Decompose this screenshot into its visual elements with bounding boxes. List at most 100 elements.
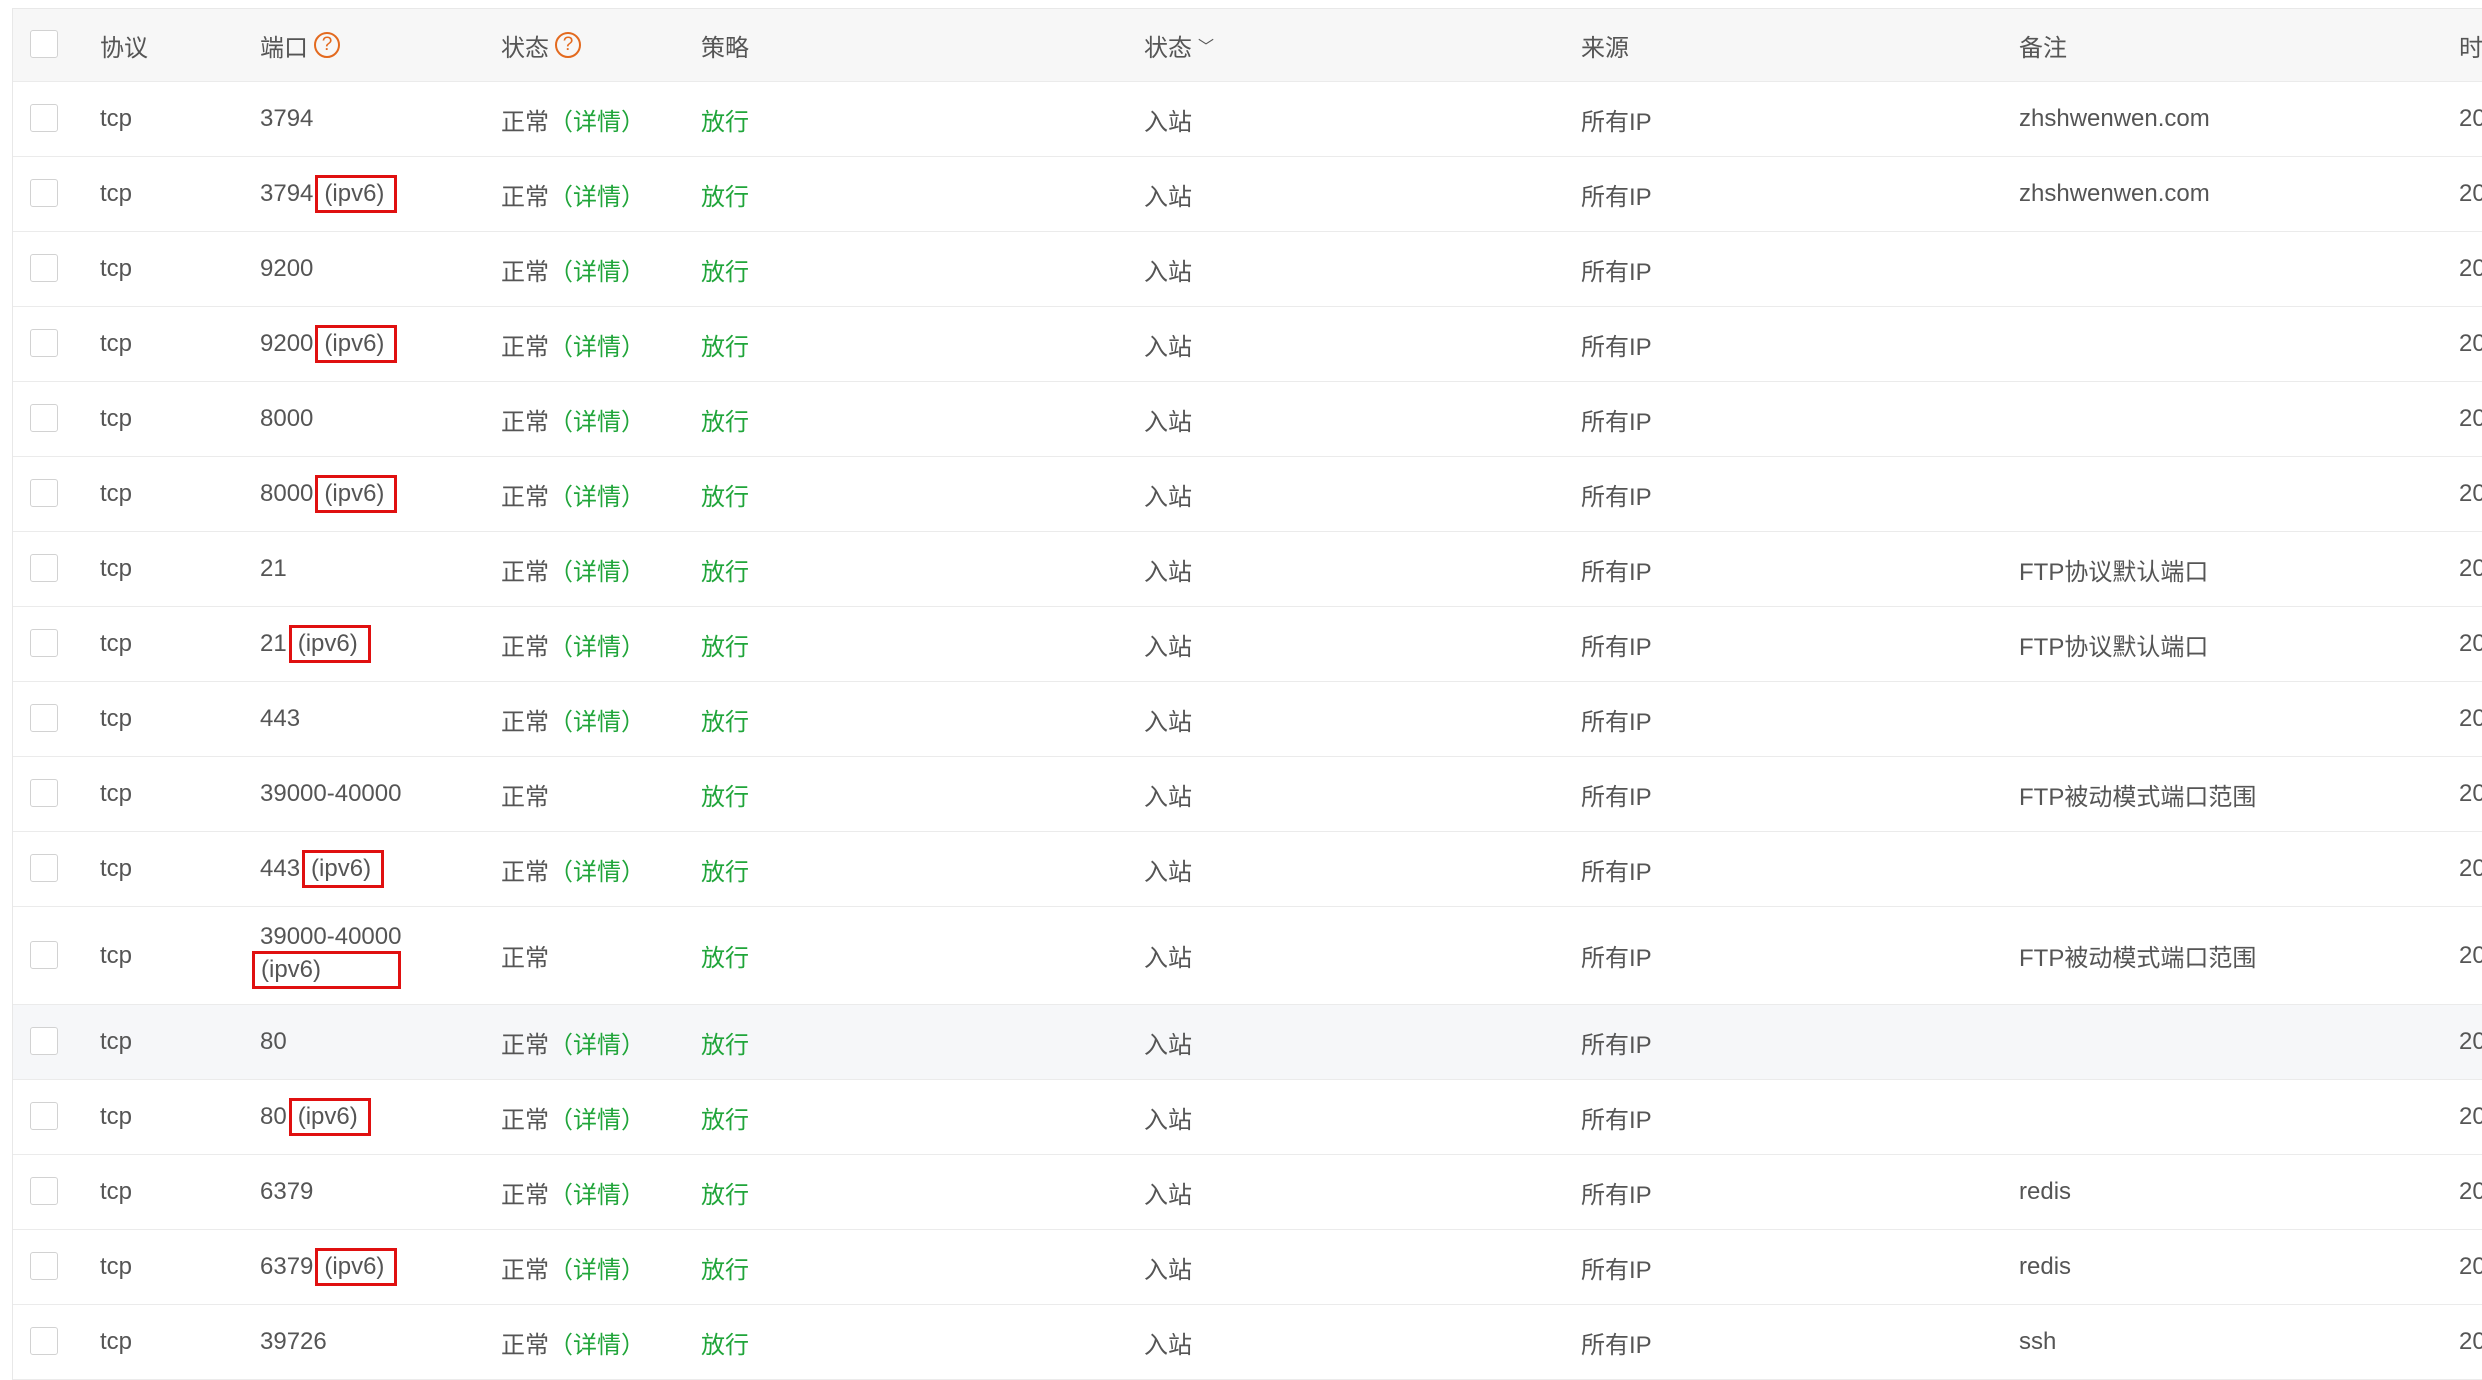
header-time[interactable]: 时	[2459, 9, 2482, 81]
policy-cell: 放行	[701, 858, 749, 886]
port-value: 39726	[260, 1328, 327, 1355]
table-row[interactable]: tcp 9200 (ipv6) 正常 （详情） 放行 入站 所有IP 20	[13, 307, 2482, 382]
protocol-cell: tcp	[100, 1028, 133, 1055]
detail-link[interactable]: （详情）	[549, 852, 645, 887]
row-checkbox[interactable]	[30, 779, 58, 807]
row-checkbox[interactable]	[30, 479, 58, 507]
source-cell: 所有IP	[1581, 1181, 1652, 1209]
row-checkbox[interactable]	[30, 1327, 58, 1355]
row-checkbox[interactable]	[30, 554, 58, 582]
protocol-cell: tcp	[100, 105, 133, 132]
header-note[interactable]: 备注	[2019, 9, 2067, 81]
direction-cell: 入站	[1144, 483, 1192, 511]
detail-link[interactable]: （详情）	[549, 402, 645, 437]
header-direction-label: 状态	[1144, 34, 1192, 62]
table-row[interactable]: tcp 39000-40000 (ipv6) 正常 放行 入站 所有IP FTP被…	[13, 907, 2482, 1005]
row-checkbox[interactable]	[30, 104, 58, 132]
detail-link[interactable]: （详情）	[549, 1100, 645, 1135]
row-checkbox[interactable]	[30, 940, 58, 969]
row-checkbox[interactable]	[30, 329, 58, 357]
policy-cell: 放行	[701, 1031, 749, 1059]
help-icon[interactable]: ?	[314, 32, 340, 58]
port-cell: 443	[260, 682, 300, 756]
detail-link[interactable]: （详情）	[549, 327, 645, 362]
detail-link[interactable]: （详情）	[549, 477, 645, 512]
table-row[interactable]: tcp 8000 正常 （详情） 放行 入站 所有IP 20	[13, 382, 2482, 457]
row-checkbox[interactable]	[30, 1252, 58, 1280]
header-status[interactable]: 状态 ?	[501, 9, 581, 81]
port-cell: 21 (ipv6)	[260, 607, 371, 681]
row-checkbox[interactable]	[30, 254, 58, 282]
row-checkbox[interactable]	[30, 1102, 58, 1130]
row-checkbox[interactable]	[30, 1177, 58, 1205]
select-all-checkbox[interactable]	[30, 30, 58, 58]
table-row[interactable]: tcp 80 (ipv6) 正常 （详情） 放行 入站 所有IP 20	[13, 1080, 2482, 1155]
port-value: 80	[260, 1028, 287, 1055]
row-checkbox[interactable]	[30, 179, 58, 207]
table-row[interactable]: tcp 443 正常 （详情） 放行 入站 所有IP 20	[13, 682, 2482, 757]
table-row[interactable]: tcp 9200 正常 （详情） 放行 入站 所有IP 20	[13, 232, 2482, 307]
direction-cell: 入站	[1144, 408, 1192, 436]
port-value: 8000	[260, 480, 314, 507]
detail-link[interactable]: （详情）	[549, 702, 645, 737]
table-row[interactable]: tcp 3794 (ipv6) 正常 （详情） 放行 入站 所有IP zhshwen…	[13, 157, 2482, 232]
header-policy[interactable]: 策略	[701, 9, 749, 81]
header-port-label: 端口	[260, 34, 308, 62]
status-text: 正常	[501, 108, 549, 136]
table-row[interactable]: tcp 39000-40000 正常 放行 入站 所有IP FTP被动模式端口范…	[13, 757, 2482, 832]
detail-link[interactable]: （详情）	[549, 552, 645, 587]
table-row[interactable]: tcp 6379 正常 （详情） 放行 入站 所有IP redis 20	[13, 1155, 2482, 1230]
help-icon[interactable]: ?	[555, 32, 581, 58]
row-checkbox[interactable]	[30, 854, 58, 882]
header-direction[interactable]: 状态 ﹀	[1144, 9, 1214, 81]
status-cell: 正常	[501, 907, 549, 1004]
detail-link[interactable]: （详情）	[549, 1025, 645, 1060]
protocol-cell: tcp	[100, 1253, 133, 1280]
port-cell: 6379 (ipv6)	[260, 1230, 398, 1304]
table-row[interactable]: tcp 80 正常 （详情） 放行 入站 所有IP 20	[13, 1005, 2482, 1080]
source-cell: 所有IP	[1581, 945, 1652, 972]
row-checkbox[interactable]	[30, 404, 58, 432]
chevron-down-icon[interactable]: ﹀	[1198, 33, 1214, 57]
protocol-cell: tcp	[100, 705, 133, 732]
detail-link[interactable]: （详情）	[549, 1325, 645, 1360]
direction-cell: 入站	[1144, 1256, 1192, 1284]
ipv6-badge: (ipv6)	[315, 1248, 398, 1286]
detail-link[interactable]: （详情）	[549, 252, 645, 287]
time-cell: 20	[2459, 630, 2482, 657]
status-text: 正常	[501, 633, 549, 661]
row-checkbox[interactable]	[30, 1027, 58, 1055]
port-value: 39000-40000	[260, 922, 402, 950]
table-row[interactable]: tcp 21 正常 （详情） 放行 入站 所有IP FTP协议默认端口 20	[13, 532, 2482, 607]
protocol-cell: tcp	[100, 255, 133, 282]
direction-cell: 入站	[1144, 558, 1192, 586]
table-row[interactable]: tcp 39726 正常 （详情） 放行 入站 所有IP ssh 20	[13, 1305, 2482, 1380]
policy-cell: 放行	[701, 1106, 749, 1134]
table-row[interactable]: tcp 6379 (ipv6) 正常 （详情） 放行 入站 所有IP redis 2…	[13, 1230, 2482, 1305]
port-value: 8000	[260, 405, 314, 432]
port-value: 6379	[260, 1178, 314, 1205]
row-checkbox[interactable]	[30, 704, 58, 732]
detail-link[interactable]: （详情）	[549, 177, 645, 212]
row-checkbox[interactable]	[30, 629, 58, 657]
status-text: 正常	[501, 945, 549, 972]
detail-link[interactable]: （详情）	[549, 1250, 645, 1285]
time-cell: 20	[2459, 330, 2482, 357]
header-port[interactable]: 端口 ?	[260, 9, 340, 81]
status-cell: 正常 （详情）	[501, 682, 645, 756]
table-row[interactable]: tcp 8000 (ipv6) 正常 （详情） 放行 入站 所有IP 20	[13, 457, 2482, 532]
port-value: 9200	[260, 255, 314, 282]
detail-link[interactable]: （详情）	[549, 627, 645, 662]
header-source[interactable]: 来源	[1581, 9, 1629, 81]
table-row[interactable]: tcp 3794 正常 （详情） 放行 入站 所有IP zhshwenwen.co…	[13, 82, 2482, 157]
header-protocol[interactable]: 协议	[100, 9, 148, 81]
detail-link[interactable]: （详情）	[549, 1175, 645, 1210]
protocol-cell: tcp	[100, 1103, 133, 1130]
port-cell: 80	[260, 1005, 287, 1079]
table-row[interactable]: tcp 443 (ipv6) 正常 （详情） 放行 入站 所有IP 20	[13, 832, 2482, 907]
status-cell: 正常 （详情）	[501, 1155, 645, 1229]
port-cell: 3794	[260, 82, 313, 156]
table-row[interactable]: tcp 21 (ipv6) 正常 （详情） 放行 入站 所有IP FTP协议默认端口…	[13, 607, 2482, 682]
policy-cell: 放行	[701, 258, 749, 286]
detail-link[interactable]: （详情）	[549, 102, 645, 137]
